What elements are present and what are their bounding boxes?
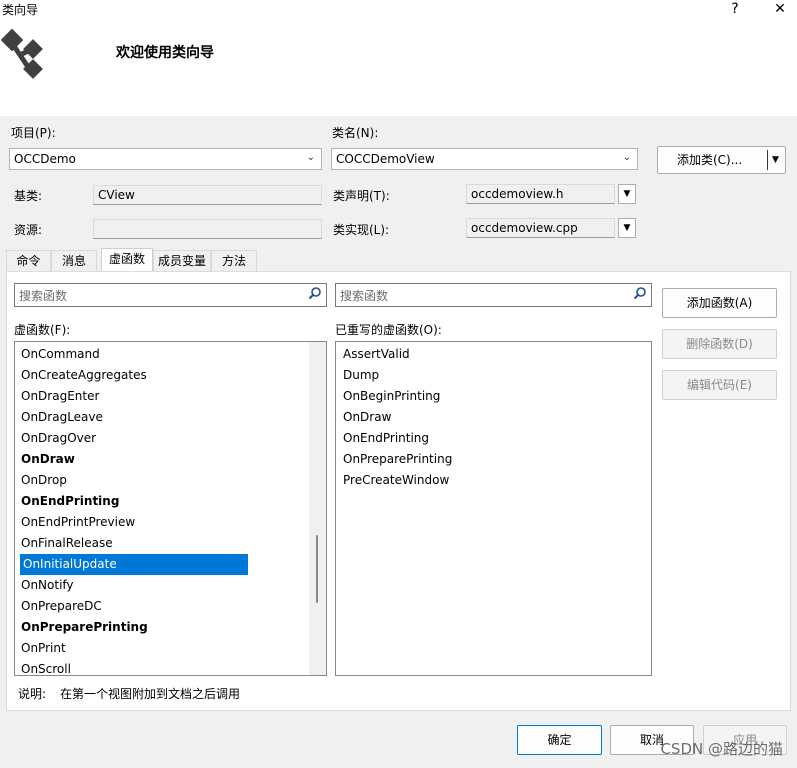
base-class-value: CView bbox=[98, 188, 135, 202]
class-declaration-dropdown-button[interactable]: ▼ bbox=[618, 184, 636, 204]
title-bar bbox=[0, 0, 797, 22]
list-item[interactable]: OnCreateAggregates bbox=[15, 365, 326, 386]
list-item[interactable]: OnPrint bbox=[15, 638, 326, 659]
tab-virtual-functions[interactable]: 虚函数 bbox=[101, 248, 153, 272]
description-label: 说明: bbox=[18, 687, 47, 701]
tab-methods[interactable]: 方法 bbox=[211, 250, 257, 271]
add-class-label: 添加类(C)... bbox=[677, 153, 743, 167]
class-name-label: 类名(N): bbox=[332, 126, 379, 140]
wizard-banner bbox=[0, 22, 797, 116]
list-item[interactable]: OnNotify bbox=[15, 575, 326, 596]
project-label: 项目(P): bbox=[11, 126, 56, 140]
list-item[interactable]: OnDrop bbox=[15, 470, 326, 491]
list-item[interactable]: OnPreparePrinting bbox=[15, 617, 326, 638]
tab-messages[interactable]: 消息 bbox=[51, 250, 97, 271]
banner-title: 欢迎使用类向导 bbox=[116, 45, 214, 61]
list-item[interactable]: OnEndPrintPreview bbox=[15, 512, 326, 533]
help-button[interactable]: ? bbox=[720, 0, 750, 20]
virtual-functions-label: 虚函数(F): bbox=[14, 323, 71, 337]
overridden-functions-label: 已重写的虚函数(O): bbox=[335, 323, 442, 337]
list-item[interactable]: OnDragLeave bbox=[15, 407, 326, 428]
search-placeholder: 搜索函数 bbox=[340, 289, 389, 303]
search-icon[interactable] bbox=[633, 286, 647, 300]
tab-member-variables[interactable]: 成员变量 bbox=[153, 250, 211, 271]
list-item[interactable]: OnPreparePrinting bbox=[336, 449, 651, 470]
list-item[interactable]: PreCreateWindow bbox=[336, 470, 651, 491]
triangle-down-icon: ▼ bbox=[623, 189, 631, 199]
close-button[interactable]: ✕ bbox=[765, 0, 795, 20]
class-implementation-label: 类实现(L): bbox=[333, 223, 390, 237]
virtual-function-search-input[interactable]: 搜索函数 bbox=[14, 283, 327, 307]
watermark-text: CSDN @路边的猫 bbox=[660, 740, 783, 758]
add-class-button[interactable]: 添加类(C)... ▼ bbox=[657, 146, 786, 174]
class-implementation-value: occdemoview.cpp bbox=[471, 221, 578, 235]
list-item[interactable]: OnCommand bbox=[15, 344, 326, 365]
class-declaration-field: occdemoview.h bbox=[466, 184, 615, 204]
class-declaration-value: occdemoview.h bbox=[471, 187, 564, 201]
list-item[interactable]: OnDragOver bbox=[15, 428, 326, 449]
overridden-function-search-input[interactable]: 搜索函数 bbox=[335, 283, 652, 307]
search-icon[interactable] bbox=[308, 286, 322, 300]
project-combobox[interactable]: OCCDemo ⌄ bbox=[9, 148, 322, 170]
list-item[interactable]: OnDraw bbox=[15, 449, 326, 470]
list-item[interactable]: OnDraw bbox=[336, 407, 651, 428]
list-item[interactable]: OnEndPrinting bbox=[336, 428, 651, 449]
edit-code-button[interactable]: 编辑代码(E) bbox=[662, 370, 777, 400]
class-implementation-dropdown-button[interactable]: ▼ bbox=[618, 218, 636, 238]
list-item[interactable]: AssertValid bbox=[336, 344, 651, 365]
base-class-label: 基类: bbox=[14, 189, 43, 203]
add-function-button[interactable]: 添加函数(A) bbox=[662, 288, 777, 318]
list-item-selected[interactable]: OnInitialUpdate bbox=[20, 554, 248, 575]
list-item[interactable]: Dump bbox=[336, 365, 651, 386]
class-declaration-label: 类声明(T): bbox=[333, 189, 390, 203]
project-value: OCCDemo bbox=[14, 152, 76, 166]
tab-commands[interactable]: 命令 bbox=[6, 250, 51, 271]
window-title: 类向导 bbox=[2, 3, 39, 17]
vertical-scrollbar[interactable] bbox=[309, 342, 326, 675]
search-placeholder: 搜索函数 bbox=[19, 289, 68, 303]
list-item[interactable]: OnScroll bbox=[15, 659, 326, 675]
list-item[interactable]: OnFinalRelease bbox=[15, 533, 326, 554]
chevron-down-icon: ⌄ bbox=[622, 152, 631, 163]
overridden-function-list[interactable]: AssertValid Dump OnBeginPrinting OnDraw … bbox=[335, 341, 652, 676]
base-class-field: CView bbox=[93, 185, 322, 205]
resource-label: 资源: bbox=[14, 223, 43, 237]
resource-field bbox=[93, 219, 322, 239]
list-item[interactable]: OnDragEnter bbox=[15, 386, 326, 407]
chevron-down-icon: ⌄ bbox=[306, 152, 315, 163]
list-item[interactable]: OnEndPrinting bbox=[15, 491, 326, 512]
delete-function-button[interactable]: 删除函数(D) bbox=[662, 329, 777, 359]
class-implementation-field: occdemoview.cpp bbox=[466, 218, 615, 238]
triangle-down-icon: ▼ bbox=[623, 223, 631, 233]
scrollbar-thumb[interactable] bbox=[316, 535, 318, 603]
class-name-combobox[interactable]: COCCDemoView ⌄ bbox=[331, 148, 638, 170]
class-name-value: COCCDemoView bbox=[336, 152, 435, 166]
class-wizard-logo-icon bbox=[0, 28, 52, 82]
dropdown-arrow-icon[interactable]: ▼ bbox=[772, 147, 779, 173]
list-item[interactable]: OnBeginPrinting bbox=[336, 386, 651, 407]
ok-button[interactable]: 确定 bbox=[517, 725, 602, 755]
description-text: 在第一个视图附加到文档之后调用 bbox=[60, 687, 241, 701]
list-item[interactable]: OnPrepareDC bbox=[15, 596, 326, 617]
split-divider bbox=[767, 150, 768, 170]
virtual-function-list[interactable]: OnCommand OnCreateAggregates OnDragEnter… bbox=[14, 341, 327, 676]
